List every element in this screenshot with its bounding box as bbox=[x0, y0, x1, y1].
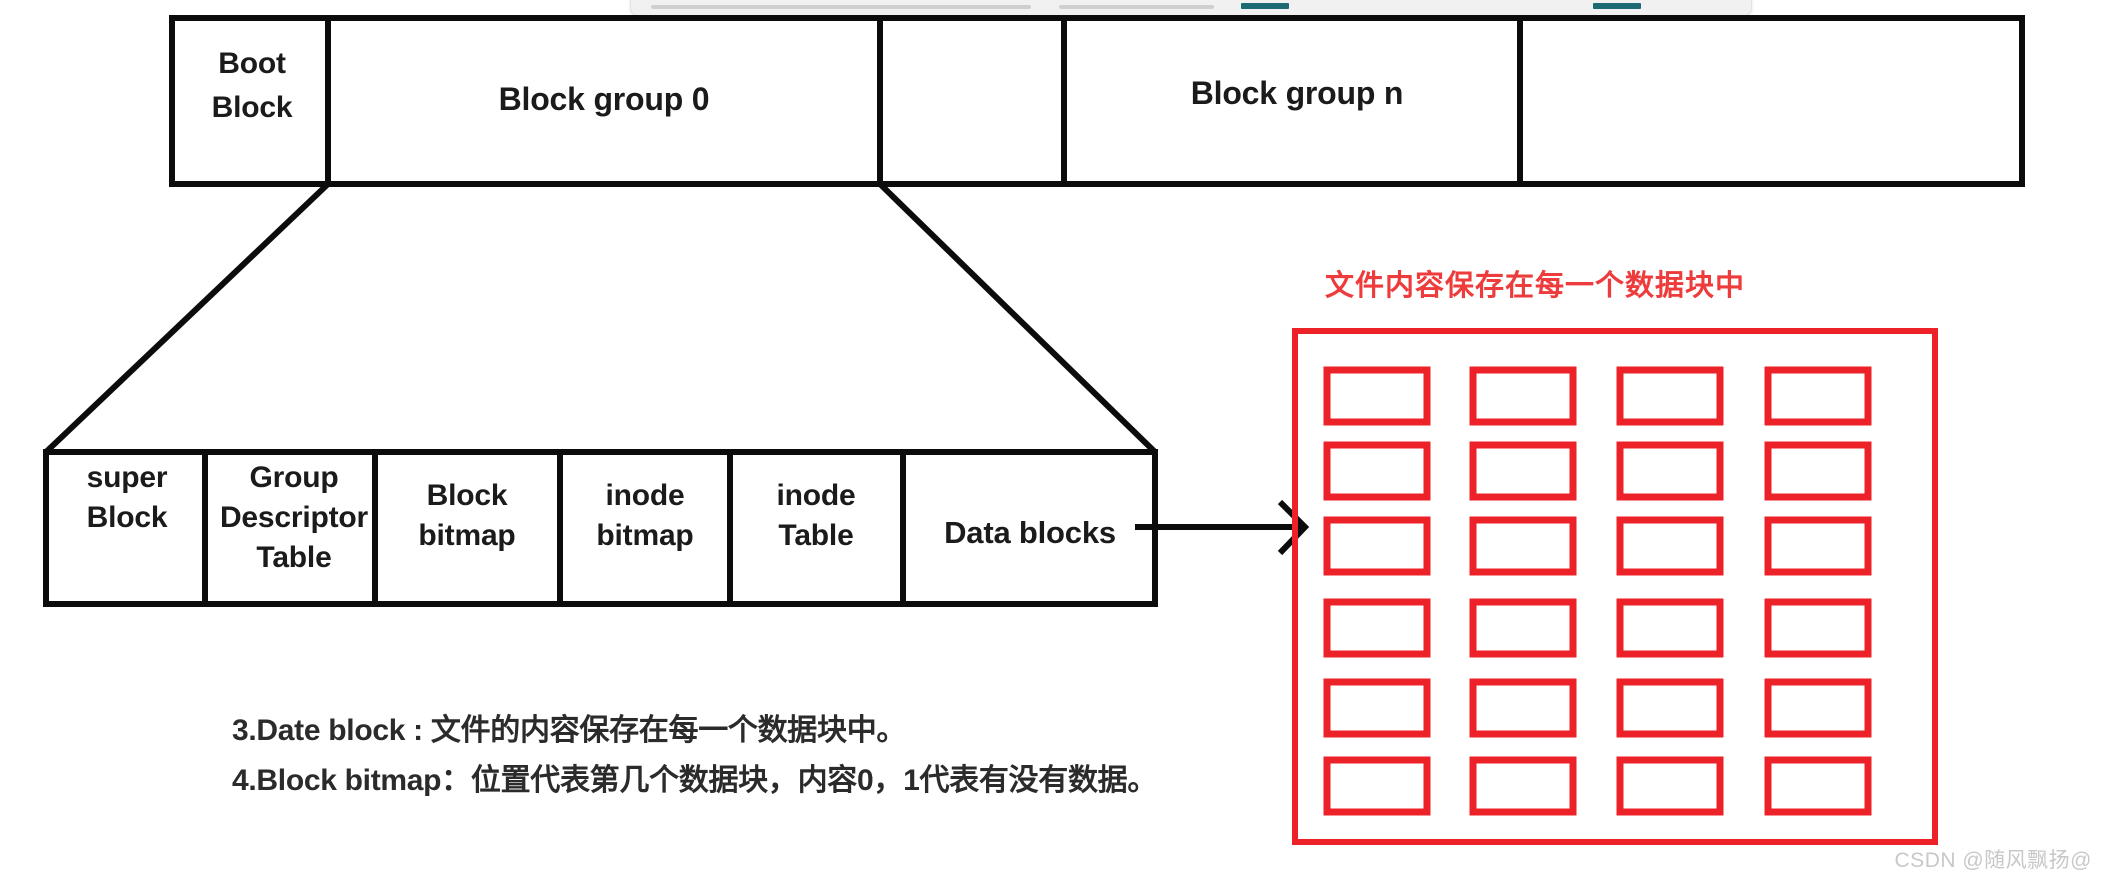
filesystem-diagram bbox=[43, 15, 2025, 845]
data-block-cell bbox=[1469, 441, 1577, 501]
data-blocks-arrow bbox=[1135, 499, 1310, 556]
expansion-connectors bbox=[43, 181, 1158, 455]
data-block-cell bbox=[1323, 598, 1431, 658]
data-block-cell bbox=[1469, 678, 1577, 738]
data-block-cell bbox=[1764, 441, 1872, 501]
data-block-cell bbox=[1764, 516, 1872, 576]
data-block-cell bbox=[1616, 598, 1724, 658]
data-block-cell bbox=[1323, 366, 1431, 426]
data-block-cell bbox=[1469, 366, 1577, 426]
data-block-cell bbox=[1616, 441, 1724, 501]
data-block-cell bbox=[1764, 598, 1872, 658]
data-block-cell bbox=[1323, 441, 1431, 501]
data-block-cell bbox=[1323, 678, 1431, 738]
data-block-panel bbox=[1292, 328, 1938, 845]
data-block-cell bbox=[1323, 756, 1431, 816]
data-block-cell bbox=[1764, 756, 1872, 816]
data-block-cell bbox=[1764, 678, 1872, 738]
data-block-cell bbox=[1323, 516, 1431, 576]
note-block-bitmap: 4.Block bitmap：位置代表第几个数据块，内容0，1代表有没有数据。 bbox=[232, 764, 1158, 797]
data-block-cell bbox=[1616, 756, 1724, 816]
data-block-cell bbox=[1616, 678, 1724, 738]
note-date-block: 3.Date block : 文件的内容保存在每一个数据块中。 bbox=[232, 714, 907, 747]
data-block-panel-title: 文件内容保存在每一个数据块中 bbox=[1324, 270, 1745, 302]
data-block-cell bbox=[1469, 516, 1577, 576]
data-block-cell bbox=[1469, 598, 1577, 658]
data-block-cell bbox=[1616, 366, 1724, 426]
data-block-cell bbox=[1616, 516, 1724, 576]
data-block-cell bbox=[1469, 756, 1577, 816]
disk-layout-row bbox=[169, 15, 2025, 187]
block-group-detail-row bbox=[43, 449, 1158, 607]
data-block-cell bbox=[1764, 366, 1872, 426]
diagram-canvas: Boot Block Block group 0 Block group n s… bbox=[0, 0, 2110, 882]
csdn-watermark: CSDN @随风飘扬@ bbox=[1894, 849, 2092, 872]
